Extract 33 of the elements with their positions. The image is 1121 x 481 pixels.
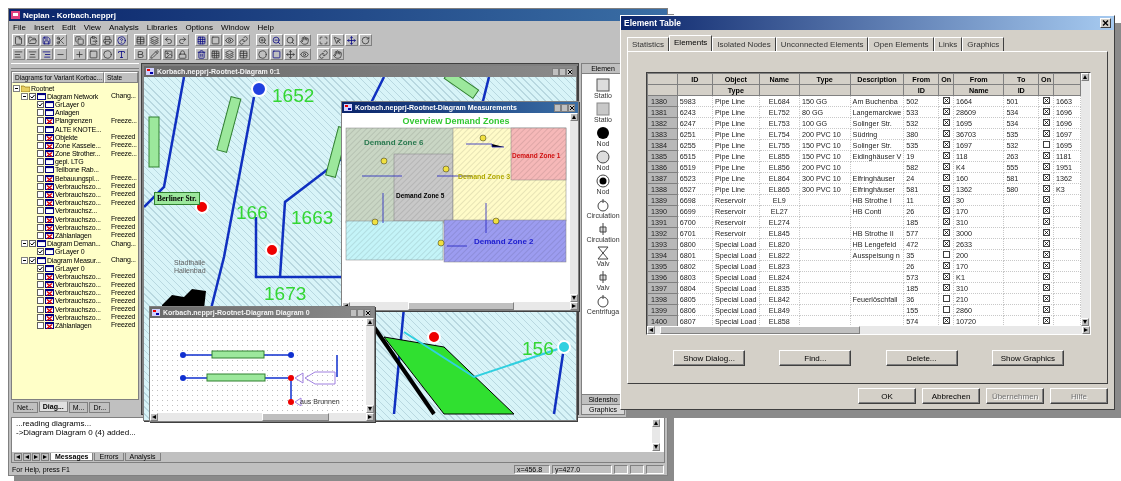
node-number: 1663 xyxy=(291,208,334,227)
message-line: ->Diagram Diagram 0 (4) added... xyxy=(16,428,137,437)
dialog-title-bar: Element Table xyxy=(621,16,1114,30)
tab[interactable]: Elements xyxy=(669,35,713,51)
zone-label: Demand Zone 6 xyxy=(364,139,424,147)
menu-item[interactable]: File xyxy=(13,22,26,32)
action-button[interactable]: Delete... xyxy=(885,350,958,366)
tab[interactable]: Isolated Nodes xyxy=(712,37,776,51)
menu-item[interactable]: Libraries xyxy=(146,22,178,32)
menu-item[interactable]: Insert xyxy=(33,22,54,32)
tab[interactable]: Graphics xyxy=(962,37,1005,51)
diagram-heading: Overview Demand Zones xyxy=(401,116,511,126)
menu-item[interactable]: Help xyxy=(257,22,274,32)
dialog-button[interactable]: OK xyxy=(858,388,916,404)
dialog-button[interactable]: Abbrechen xyxy=(922,388,980,404)
tab[interactable]: Links xyxy=(933,37,963,51)
tab[interactable]: Statistics xyxy=(627,37,669,51)
menu-item[interactable]: Window xyxy=(220,22,250,32)
menu-item[interactable]: Analysis xyxy=(108,22,139,32)
node-number: 166 xyxy=(236,203,268,222)
node-number: 1652 xyxy=(272,86,315,105)
zone-label: Demand Zone 2 xyxy=(474,238,534,246)
tab[interactable]: Unconnected Elements xyxy=(775,37,869,51)
menu-item[interactable]: Edit xyxy=(61,22,76,32)
tab[interactable]: Open Elements xyxy=(868,37,934,51)
message-line: ...reading diagrams... xyxy=(16,419,93,428)
node-number: 1673 xyxy=(264,284,307,303)
node-number: 156 xyxy=(522,339,554,358)
action-button[interactable]: Find... xyxy=(779,350,852,366)
menu-item[interactable]: Options xyxy=(185,22,213,32)
action-button[interactable]: Show Graphics xyxy=(991,350,1064,366)
menu-item[interactable]: View xyxy=(83,22,101,32)
action-button[interactable]: Show Dialog... xyxy=(673,350,746,366)
